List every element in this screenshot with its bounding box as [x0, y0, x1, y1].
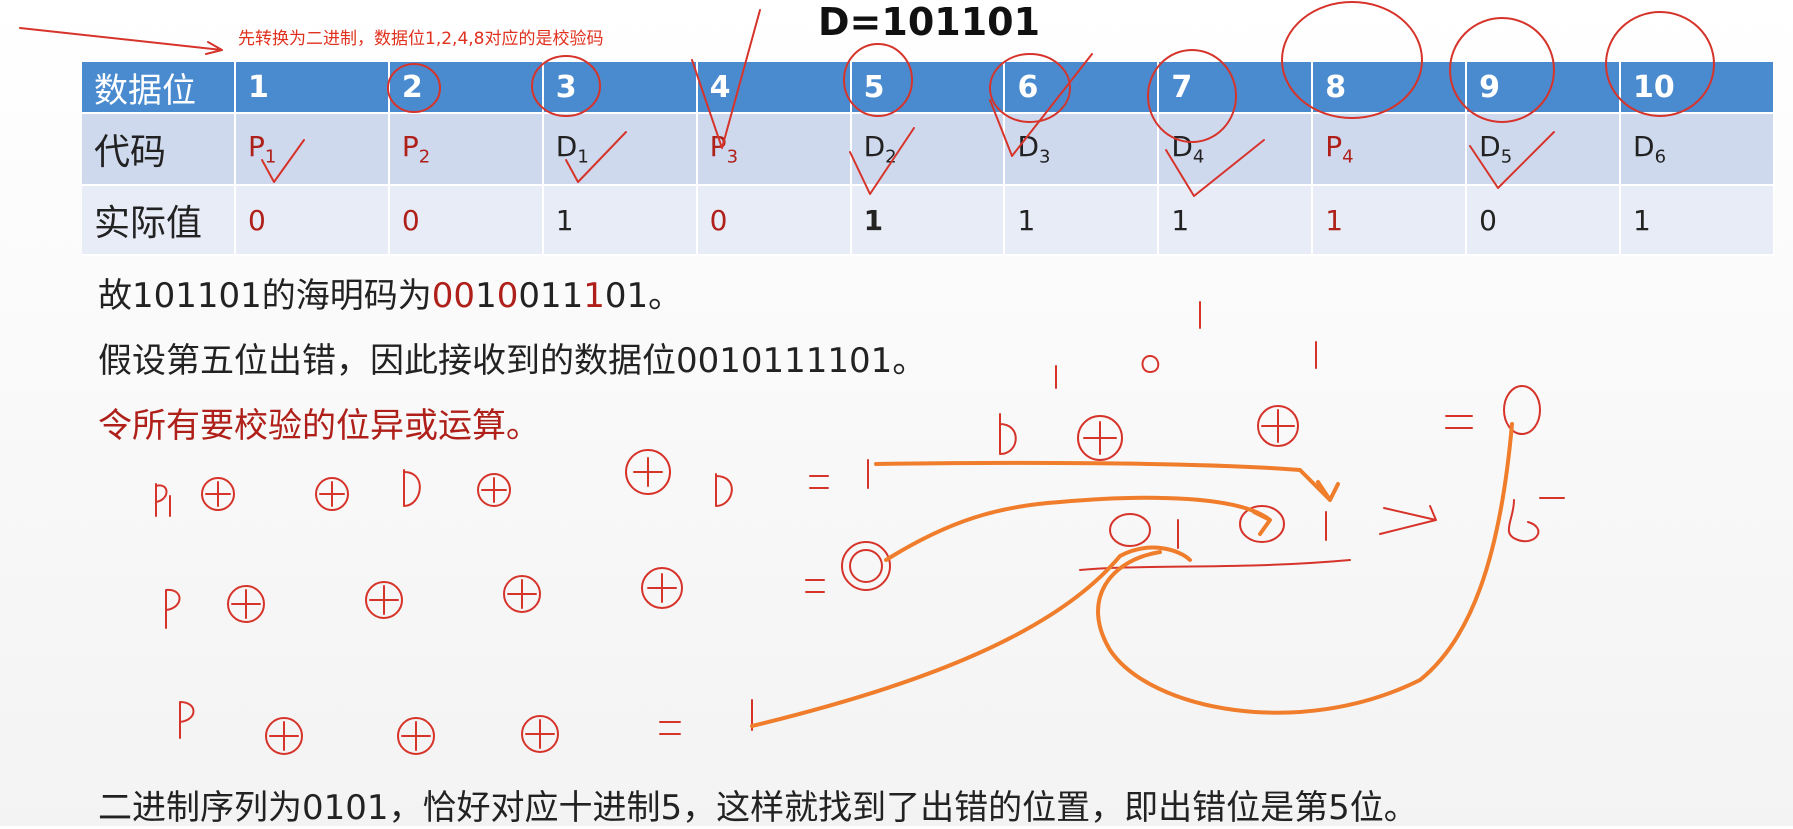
- orange-arrow-2: [884, 495, 1272, 562]
- circle-mark: [989, 53, 1071, 123]
- hand-equation-4: [999, 413, 1017, 455]
- circle-mark: [1281, 1, 1423, 119]
- check-mark: [1165, 139, 1265, 197]
- orange-arrow-1: [874, 460, 1340, 502]
- circle-mark: [1605, 11, 1715, 117]
- hand-equation-3: [179, 701, 195, 739]
- check-mark: [989, 53, 1093, 157]
- circle-mark: [843, 43, 913, 117]
- check-mark: [849, 127, 915, 195]
- check-mark: [1469, 131, 1555, 189]
- circle-mark: [1147, 49, 1237, 143]
- circle-mark: [531, 55, 601, 117]
- orange-loop: [1096, 422, 1514, 715]
- check-mark: [565, 131, 627, 183]
- circle-mark: [1449, 17, 1555, 123]
- hand-equation-2: [165, 588, 181, 629]
- check-mark: [261, 139, 305, 183]
- circle-mark: [387, 63, 441, 113]
- hand-equation-1: [155, 483, 171, 517]
- handwriting-layer: [19, 1, 1715, 755]
- check-mark: [691, 9, 761, 149]
- arrow-line: [19, 27, 223, 55]
- orange-arrow-3: [750, 545, 1192, 728]
